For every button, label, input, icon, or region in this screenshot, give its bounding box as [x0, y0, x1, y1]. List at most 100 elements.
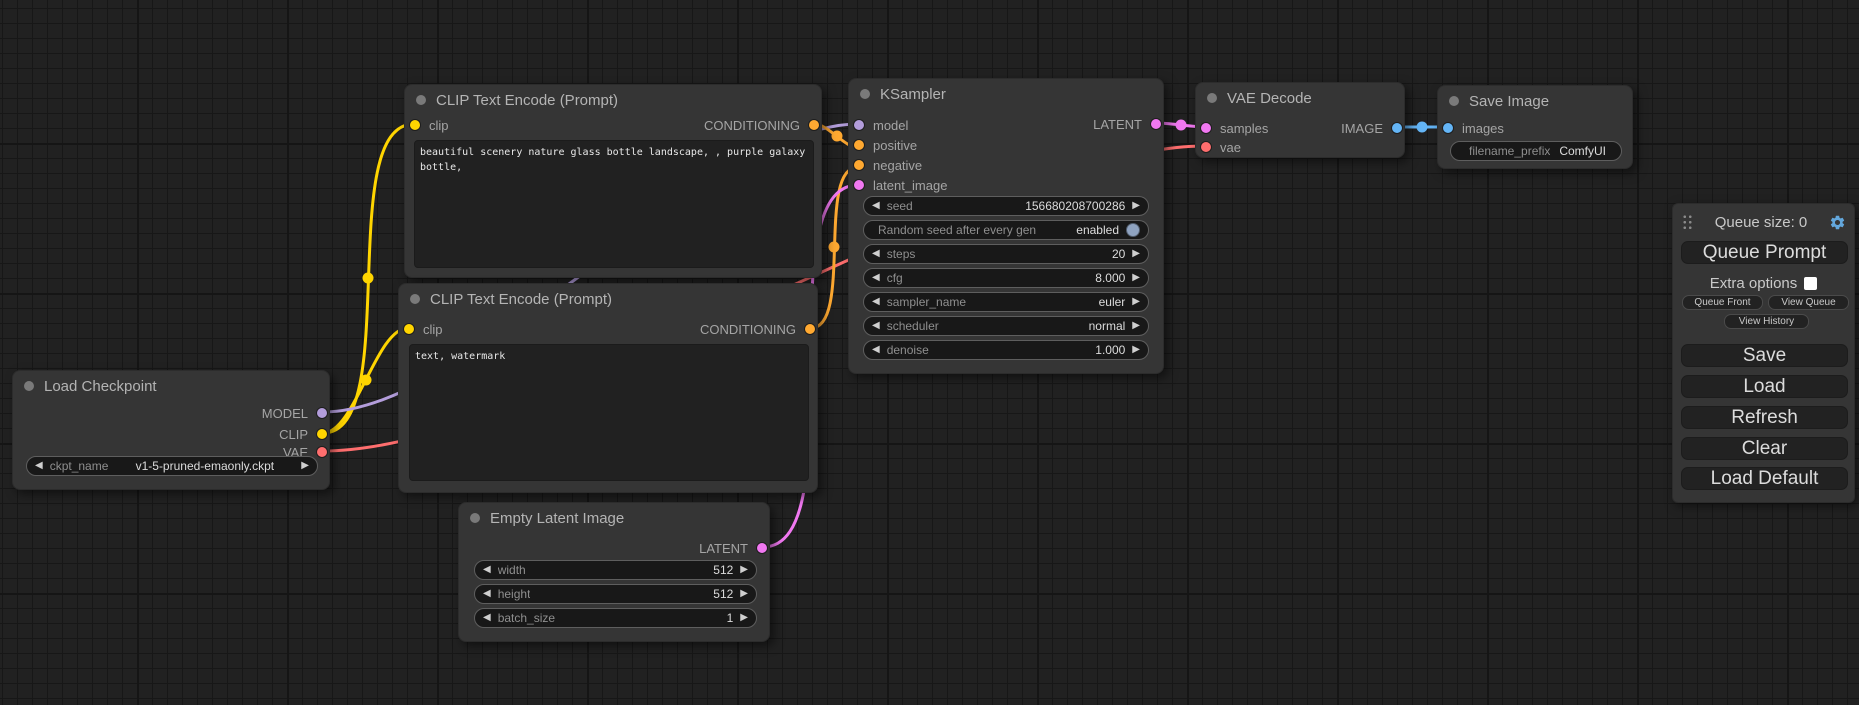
increment-icon[interactable]: ▶	[1132, 345, 1140, 355]
model-port-icon[interactable]	[317, 408, 327, 418]
port-input-negative[interactable]: negative	[854, 157, 922, 173]
clip-port-icon[interactable]	[404, 324, 414, 334]
increment-icon[interactable]: ▶	[740, 589, 748, 599]
decrement-icon[interactable]: ◀	[872, 249, 880, 259]
port-input-vae[interactable]: vae	[1201, 139, 1241, 155]
model-port-icon[interactable]	[854, 120, 864, 130]
collapse-dot-icon[interactable]	[470, 513, 480, 523]
image-port-icon[interactable]	[1392, 123, 1402, 133]
node-save-image[interactable]: Save Image images filename_prefix ComfyU…	[1437, 85, 1633, 169]
increment-icon[interactable]: ▶	[301, 461, 309, 471]
port-output-conditioning[interactable]: CONDITIONING	[700, 321, 815, 337]
conditioning-port-icon[interactable]	[854, 140, 864, 150]
load-button[interactable]: Load	[1681, 375, 1848, 398]
clip-port-icon[interactable]	[317, 429, 327, 439]
port-input-latent-image[interactable]: latent_image	[854, 177, 947, 193]
node-title-bar: Save Image	[1438, 86, 1632, 116]
load-default-button[interactable]: Load Default	[1681, 467, 1848, 490]
image-port-icon[interactable]	[1443, 123, 1453, 133]
widget-cfg[interactable]: ◀ cfg 8.000 ▶	[863, 268, 1149, 288]
increment-icon[interactable]: ▶	[740, 565, 748, 575]
widget-label: denoise	[887, 343, 929, 357]
conditioning-port-icon[interactable]	[854, 160, 864, 170]
port-output-latent[interactable]: LATENT	[1093, 116, 1161, 132]
negative-prompt-textarea[interactable]: text, watermark	[409, 344, 809, 481]
port-output-image[interactable]: IMAGE	[1341, 120, 1402, 136]
decrement-icon[interactable]: ◀	[35, 461, 43, 471]
collapse-dot-icon[interactable]	[24, 381, 34, 391]
widget-steps[interactable]: ◀ steps 20 ▶	[863, 244, 1149, 264]
collapse-dot-icon[interactable]	[410, 294, 420, 304]
toggle-enabled-icon[interactable]	[1126, 223, 1140, 237]
increment-icon[interactable]: ▶	[1132, 297, 1140, 307]
widget-width[interactable]: ◀ width 512 ▶	[474, 560, 757, 580]
latent-port-icon[interactable]	[1151, 119, 1161, 129]
port-output-latent[interactable]: LATENT	[699, 540, 767, 556]
latent-port-icon[interactable]	[757, 543, 767, 553]
latent-port-icon[interactable]	[854, 180, 864, 190]
node-load-checkpoint[interactable]: Load Checkpoint MODEL CLIP VAE ◀ ckpt_na…	[12, 370, 330, 490]
port-input-model[interactable]: model	[854, 117, 908, 133]
view-queue-button[interactable]: View Queue	[1768, 295, 1849, 310]
vae-port-icon[interactable]	[1201, 142, 1211, 152]
widget-sampler-name[interactable]: ◀ sampler_name euler ▶	[863, 292, 1149, 312]
collapse-dot-icon[interactable]	[1449, 96, 1459, 106]
port-label: CONDITIONING	[704, 118, 800, 133]
save-button[interactable]: Save	[1681, 344, 1848, 367]
port-input-images[interactable]: images	[1443, 120, 1504, 136]
clear-button[interactable]: Clear	[1681, 437, 1848, 460]
queue-front-button[interactable]: Queue Front	[1682, 295, 1763, 310]
decrement-icon[interactable]: ◀	[872, 201, 880, 211]
decrement-icon[interactable]: ◀	[483, 589, 491, 599]
widget-ckpt-name[interactable]: ◀ ckpt_name v1-5-pruned-emaonly.ckpt ▶	[26, 456, 318, 476]
decrement-icon[interactable]: ◀	[872, 273, 880, 283]
node-ksampler[interactable]: KSampler model positive negative latent_…	[848, 78, 1164, 374]
decrement-icon[interactable]: ◀	[872, 297, 880, 307]
increment-icon[interactable]: ▶	[1132, 321, 1140, 331]
increment-icon[interactable]: ▶	[740, 613, 748, 623]
conditioning-port-icon[interactable]	[809, 120, 819, 130]
node-clip-text-encode-positive[interactable]: CLIP Text Encode (Prompt) clip CONDITION…	[404, 84, 822, 278]
view-history-button[interactable]: View History	[1724, 314, 1809, 329]
node-title: KSampler	[880, 86, 946, 103]
port-output-conditioning[interactable]: CONDITIONING	[704, 117, 819, 133]
positive-prompt-textarea[interactable]: beautiful scenery nature glass bottle la…	[414, 140, 814, 268]
collapse-dot-icon[interactable]	[1207, 93, 1217, 103]
decrement-icon[interactable]: ◀	[483, 565, 491, 575]
decrement-icon[interactable]: ◀	[872, 321, 880, 331]
node-vae-decode[interactable]: VAE Decode samples vae IMAGE	[1195, 82, 1405, 158]
settings-gear-icon[interactable]	[1829, 214, 1846, 231]
port-input-clip[interactable]: clip	[404, 321, 443, 337]
widget-scheduler[interactable]: ◀ scheduler normal ▶	[863, 316, 1149, 336]
node-graph-canvas[interactable]: Load Checkpoint MODEL CLIP VAE ◀ ckpt_na…	[0, 0, 1859, 705]
port-input-clip[interactable]: clip	[410, 117, 449, 133]
increment-icon[interactable]: ▶	[1132, 201, 1140, 211]
clip-port-icon[interactable]	[410, 120, 420, 130]
conditioning-port-icon[interactable]	[805, 324, 815, 334]
drag-handle-icon[interactable]	[1682, 214, 1693, 230]
vae-port-icon[interactable]	[317, 447, 327, 457]
port-output-clip[interactable]: CLIP	[279, 426, 327, 442]
widget-denoise[interactable]: ◀ denoise 1.000 ▶	[863, 340, 1149, 360]
collapse-dot-icon[interactable]	[860, 89, 870, 99]
collapse-dot-icon[interactable]	[416, 95, 426, 105]
extra-options-checkbox[interactable]	[1804, 277, 1817, 290]
widget-random-seed-toggle[interactable]: Random seed after every gen enabled	[863, 220, 1149, 240]
decrement-icon[interactable]: ◀	[872, 345, 880, 355]
widget-value: 8.000	[1095, 271, 1125, 285]
queue-prompt-button[interactable]: Queue Prompt	[1681, 241, 1848, 264]
port-input-positive[interactable]: positive	[854, 137, 917, 153]
increment-icon[interactable]: ▶	[1132, 249, 1140, 259]
increment-icon[interactable]: ▶	[1132, 273, 1140, 283]
latent-port-icon[interactable]	[1201, 123, 1211, 133]
port-input-samples[interactable]: samples	[1201, 120, 1268, 136]
refresh-button[interactable]: Refresh	[1681, 406, 1848, 429]
widget-batch-size[interactable]: ◀ batch_size 1 ▶	[474, 608, 757, 628]
widget-seed[interactable]: ◀ seed 156680208700286 ▶	[863, 196, 1149, 216]
node-empty-latent-image[interactable]: Empty Latent Image LATENT ◀ width 512 ▶ …	[458, 502, 770, 642]
port-output-model[interactable]: MODEL	[262, 405, 327, 421]
node-clip-text-encode-negative[interactable]: CLIP Text Encode (Prompt) clip CONDITION…	[398, 283, 818, 493]
decrement-icon[interactable]: ◀	[483, 613, 491, 623]
widget-height[interactable]: ◀ height 512 ▶	[474, 584, 757, 604]
widget-filename-prefix[interactable]: filename_prefix ComfyUI	[1450, 141, 1622, 161]
